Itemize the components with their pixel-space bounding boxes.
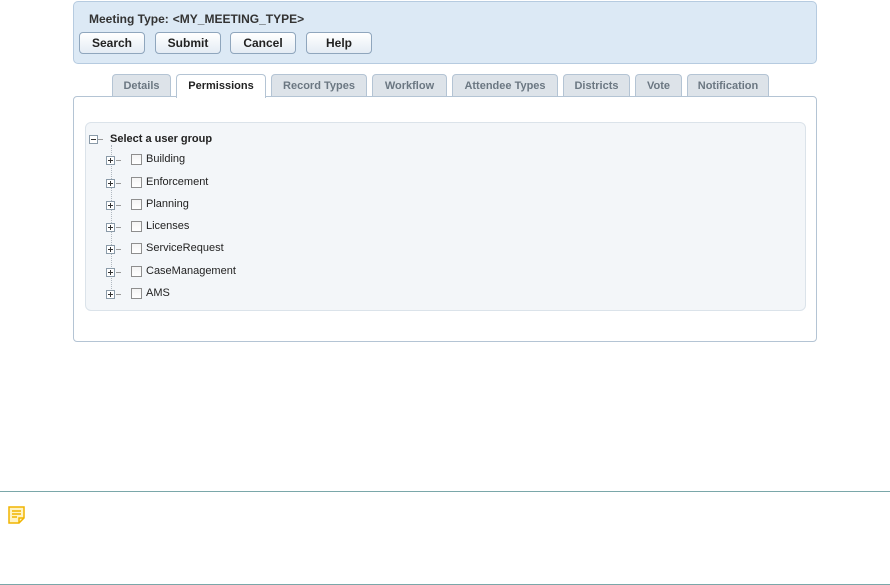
collapse-icon[interactable] [89, 135, 98, 144]
tree-item-label: Licenses [146, 220, 190, 232]
tree-connector [98, 139, 103, 140]
tree-item-label: Planning [146, 198, 189, 210]
tree-connector [116, 205, 121, 206]
note-icon [8, 506, 25, 524]
expand-icon[interactable] [106, 290, 115, 299]
permissions-panel: Select a user group Building Enforcement… [73, 96, 817, 342]
tab-notification[interactable]: Notification [687, 74, 769, 97]
tree-item-label: CaseManagement [146, 265, 236, 277]
expand-icon[interactable] [106, 268, 115, 277]
tab-vote[interactable]: Vote [635, 74, 682, 97]
tree-item-label: Enforcement [146, 176, 209, 188]
tree-item-label: ServiceRequest [146, 242, 224, 254]
tree-item-enforcement: Enforcement [106, 176, 406, 192]
expand-icon[interactable] [106, 245, 115, 254]
tree-item-casemanagement: CaseManagement [106, 265, 406, 281]
tree-connector [116, 183, 121, 184]
submit-button[interactable]: Submit [155, 32, 221, 54]
meeting-type-value: <MY_MEETING_TYPE> [172, 12, 305, 26]
tree-item-building: Building [106, 153, 406, 169]
search-button[interactable]: Search [79, 32, 145, 54]
checkbox-casemanagement[interactable] [131, 266, 142, 277]
tree-connector [116, 294, 121, 295]
tree-item-ams: AMS [106, 287, 406, 303]
user-group-tree: Select a user group Building Enforcement… [85, 122, 806, 311]
expand-icon[interactable] [106, 223, 115, 232]
tab-workflow[interactable]: Workflow [372, 74, 447, 97]
tree-connector [116, 160, 121, 161]
expand-icon[interactable] [106, 201, 115, 210]
tab-record-types[interactable]: Record Types [271, 74, 367, 97]
tree-connector [116, 249, 121, 250]
meeting-type-label: Meeting Type: [89, 12, 169, 26]
tree-item-licenses: Licenses [106, 220, 406, 236]
note-callout [0, 491, 890, 585]
checkbox-servicerequest[interactable] [131, 243, 142, 254]
tree-item-planning: Planning [106, 198, 406, 214]
checkbox-licenses[interactable] [131, 221, 142, 232]
checkbox-ams[interactable] [131, 288, 142, 299]
tab-districts[interactable]: Districts [563, 74, 630, 97]
tree-item-servicerequest: ServiceRequest [106, 242, 406, 258]
tree-root-label: Select a user group [110, 133, 213, 145]
tree-item-label: Building [146, 153, 186, 165]
tab-permissions[interactable]: Permissions [176, 74, 266, 98]
expand-icon[interactable] [106, 179, 115, 188]
tree-item-label: AMS [146, 287, 170, 299]
cancel-button[interactable]: Cancel [230, 32, 296, 54]
tab-details[interactable]: Details [112, 74, 171, 97]
meeting-type-header: Meeting Type: <MY_MEETING_TYPE> Search Su… [73, 1, 817, 64]
page-title: Meeting Type: <MY_MEETING_TYPE> [89, 12, 304, 26]
checkbox-building[interactable] [131, 154, 142, 165]
checkbox-enforcement[interactable] [131, 177, 142, 188]
help-button[interactable]: Help [306, 32, 372, 54]
tab-attendee-types[interactable]: Attendee Types [452, 74, 558, 97]
tree-connector [116, 227, 121, 228]
tree-connector [116, 272, 121, 273]
checkbox-planning[interactable] [131, 199, 142, 210]
expand-icon[interactable] [106, 156, 115, 165]
